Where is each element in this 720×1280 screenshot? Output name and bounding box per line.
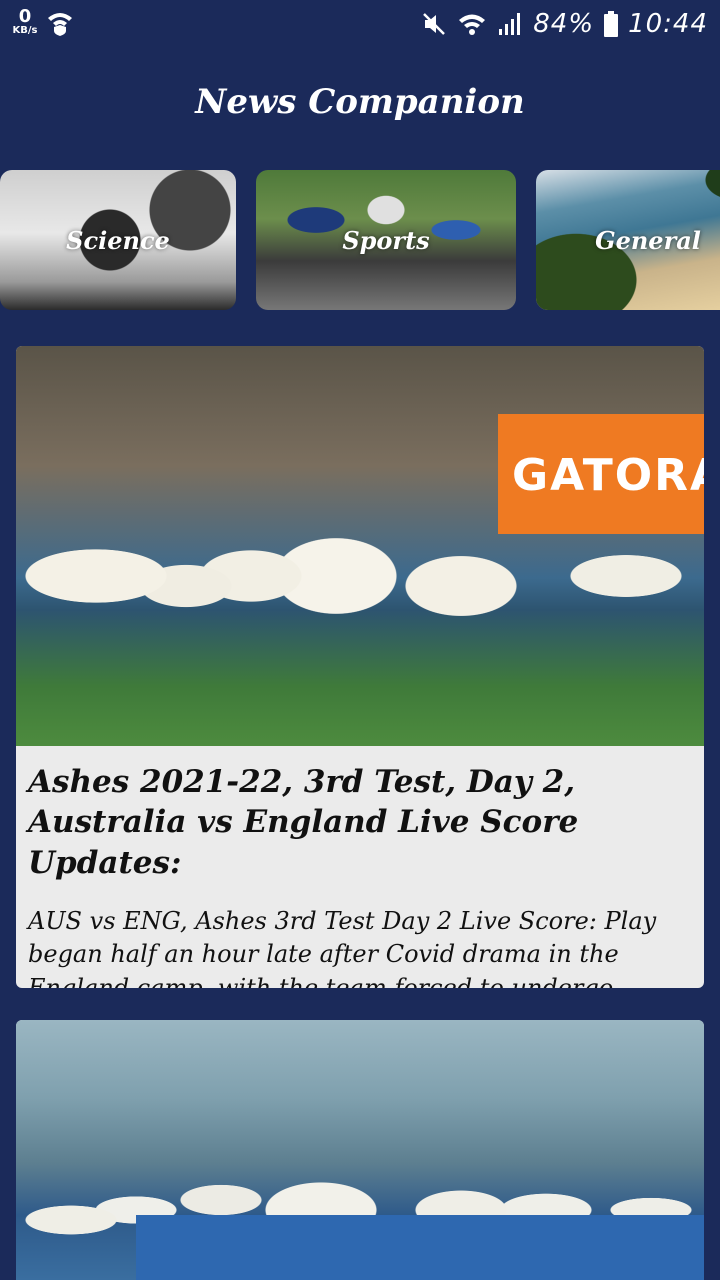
status-bar: 0 KB/s 84% 10:44: [0, 0, 720, 48]
advert-board: [136, 1215, 704, 1280]
clock: 10:44: [628, 9, 708, 39]
news-card[interactable]: [16, 1020, 704, 1280]
category-row[interactable]: Science Sports General: [0, 170, 720, 310]
mute-icon: [423, 13, 446, 35]
category-sports[interactable]: Sports: [256, 170, 516, 310]
article-title: Ashes 2021-22, 3rd Test, Day 2, Australi…: [28, 764, 579, 881]
wifi-shield-icon: [48, 13, 72, 36]
category-general[interactable]: General: [536, 170, 720, 310]
category-science[interactable]: Science: [0, 170, 236, 310]
stadium-banner: GATORA: [498, 414, 704, 534]
net-speed-value: 0: [18, 6, 32, 27]
category-label: Sports: [342, 225, 430, 255]
net-speed: 0 KB/s: [10, 8, 40, 36]
article-description: AUS vs ENG, Ashes 3rd Test Day 2 Live Sc…: [28, 906, 657, 988]
article-text: Ashes 2021-22, 3rd Test, Day 2, Australi…: [16, 746, 704, 988]
signal-icon: [499, 13, 521, 35]
news-card[interactable]: GATORA Ashes 2021-22, 3rd Test, Day 2, A…: [16, 346, 704, 988]
article-image: [16, 1020, 704, 1280]
article-image: GATORA: [16, 346, 704, 746]
app-title: News Companion: [195, 82, 525, 122]
net-speed-unit: KB/s: [12, 25, 38, 36]
battery-percent: 84%: [533, 9, 595, 39]
status-right: 84% 10:44: [421, 8, 708, 40]
battery-icon: [604, 11, 619, 37]
category-label: Science: [66, 225, 170, 255]
wifi-icon: [459, 14, 486, 35]
category-label: General: [595, 225, 701, 255]
